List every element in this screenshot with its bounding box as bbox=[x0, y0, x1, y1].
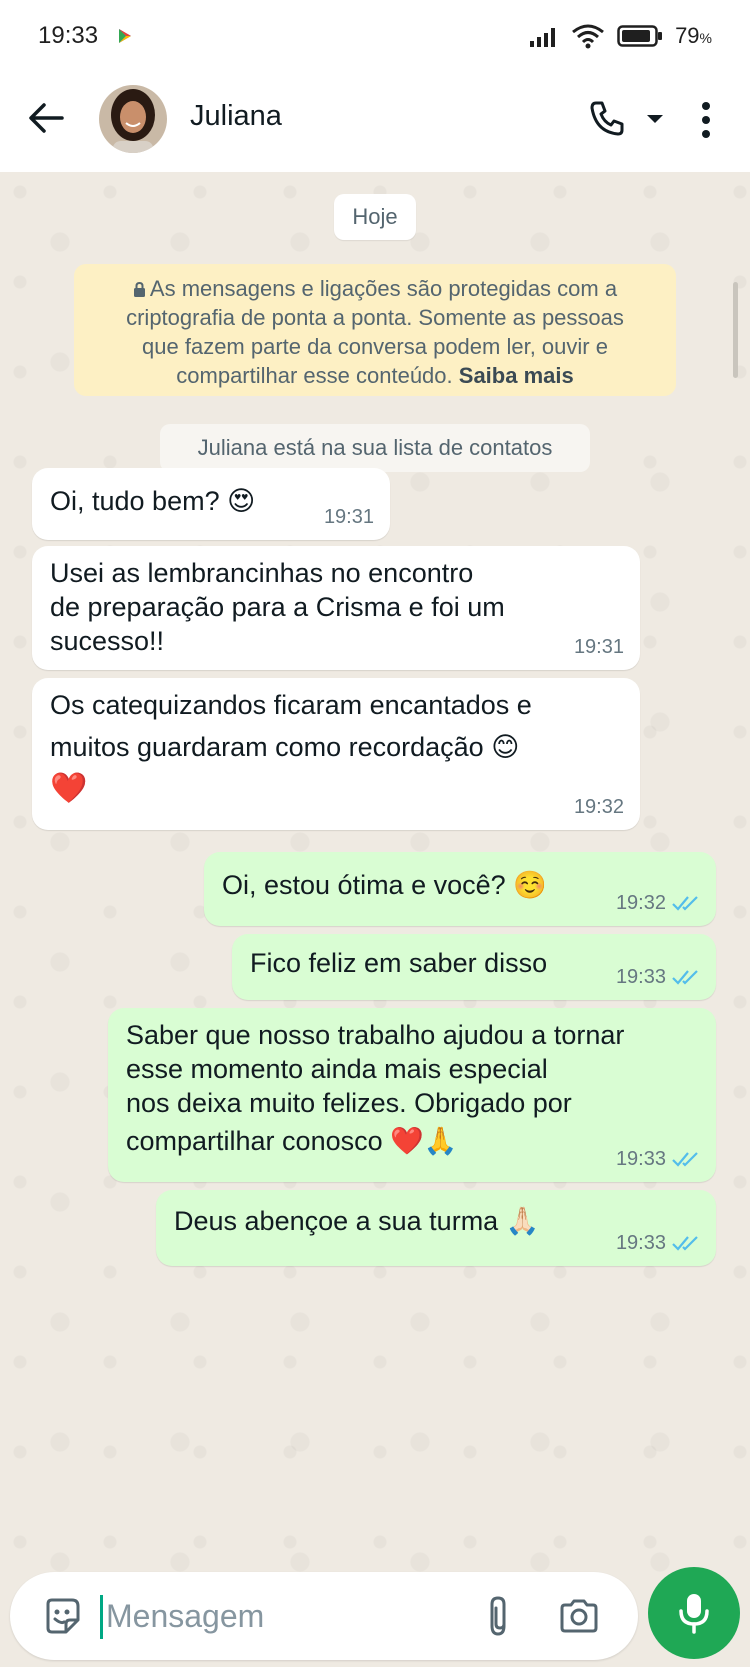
message-time: 19:33 bbox=[615, 1232, 666, 1254]
contact-notice: Juliana está na sua lista de contatos bbox=[160, 424, 590, 472]
message-bubble-outgoing[interactable]: Saber que nosso trabalho ajudou a tornar… bbox=[108, 1008, 716, 1182]
status-bar: 19:33 79% bbox=[0, 0, 750, 72]
contact-name[interactable]: Juliana bbox=[190, 100, 282, 133]
microphone-button[interactable] bbox=[648, 1567, 740, 1659]
message-text: Oi, tudo bem? 😍 bbox=[50, 486, 256, 516]
lock-icon bbox=[133, 282, 145, 297]
double-check-icon bbox=[672, 1152, 698, 1167]
message-bubble-incoming[interactable]: Os catequizandos ficaram encantados e mu… bbox=[32, 678, 640, 830]
phone-icon[interactable] bbox=[587, 98, 627, 138]
message-time: 19:31 bbox=[323, 506, 374, 528]
more-options-icon[interactable] bbox=[696, 100, 716, 140]
message-meta: 19:33 bbox=[616, 960, 700, 994]
date-chip: Hoje bbox=[334, 194, 416, 240]
message-text-line: compartilhar conosco ❤️🙏 bbox=[126, 1126, 458, 1156]
message-text-line: de preparação para a Crisma e foi um bbox=[50, 592, 505, 622]
message-text-line: Os catequizandos ficaram encantados e bbox=[50, 690, 532, 720]
back-arrow-icon[interactable] bbox=[26, 98, 66, 138]
message-composer[interactable] bbox=[10, 1572, 638, 1660]
double-check-icon bbox=[672, 970, 698, 985]
camera-icon[interactable] bbox=[558, 1598, 600, 1634]
chat-header: Juliana bbox=[0, 72, 750, 172]
battery-percentage: 79% bbox=[675, 23, 712, 48]
message-time: 19:31 bbox=[573, 636, 624, 658]
message-bubble-outgoing[interactable]: Deus abençoe a sua turma 🙏🏻 19:33 bbox=[156, 1190, 716, 1266]
message-bubble-incoming[interactable]: Oi, tudo bem? 😍 19:31 bbox=[32, 468, 390, 540]
chevron-down-icon[interactable] bbox=[645, 112, 665, 126]
message-bubble-incoming[interactable]: Usei as lembrancinhas no encontro de pre… bbox=[32, 546, 640, 670]
message-text-line: muitos guardaram como recordação 😊 bbox=[50, 732, 520, 762]
message-text-line: Usei as lembrancinhas no encontro bbox=[50, 558, 474, 588]
avatar[interactable] bbox=[99, 85, 167, 153]
encryption-line-4: compartilhar esse conteúdo. bbox=[176, 363, 453, 388]
message-text-line: sucesso!! bbox=[50, 626, 165, 656]
message-bubble-outgoing[interactable]: Oi, estou ótima e você? ☺️ 19:32 bbox=[204, 852, 716, 926]
message-text-line: nos deixa muito felizes. Obrigado por bbox=[126, 1088, 572, 1118]
message-time: 19:32 bbox=[573, 796, 624, 818]
message-meta: 19:33 bbox=[616, 1226, 700, 1260]
paperclip-icon[interactable] bbox=[484, 1594, 514, 1638]
wifi-icon bbox=[572, 24, 604, 49]
message-time: 19:33 bbox=[615, 1148, 666, 1170]
encryption-notice[interactable]: As mensagens e ligações são protegidas c… bbox=[74, 264, 676, 396]
heart-emoji: ❤️ bbox=[50, 771, 88, 806]
encryption-line-1: As mensagens e ligações são protegidas c… bbox=[149, 276, 618, 301]
learn-more-link[interactable]: Saiba mais bbox=[459, 363, 574, 388]
encryption-line-3: que fazem parte da conversa podem ler, o… bbox=[142, 334, 608, 359]
message-bubble-outgoing[interactable]: Fico feliz em saber disso 19:33 bbox=[232, 934, 716, 1000]
message-text-line: Saber que nosso trabalho ajudou a tornar bbox=[126, 1020, 625, 1050]
message-meta: 19:33 bbox=[616, 1142, 700, 1176]
play-store-icon bbox=[119, 29, 132, 43]
battery-icon bbox=[617, 25, 663, 47]
signal-icon bbox=[530, 28, 556, 47]
message-text-line: esse momento ainda mais especial bbox=[126, 1054, 548, 1084]
double-check-icon bbox=[672, 896, 698, 911]
double-check-icon bbox=[672, 1236, 698, 1251]
message-time: 19:33 bbox=[615, 966, 666, 988]
text-cursor bbox=[100, 1595, 103, 1639]
message-meta: 19:32 bbox=[616, 886, 700, 920]
sticker-icon[interactable] bbox=[42, 1596, 82, 1636]
encryption-line-2: criptografia de ponta a ponta. Somente a… bbox=[126, 305, 624, 330]
message-time: 19:32 bbox=[615, 892, 666, 914]
message-input[interactable] bbox=[106, 1592, 446, 1640]
chat-area[interactable]: Hoje As mensagens e ligações são protegi… bbox=[0, 172, 750, 1572]
scrollbar[interactable] bbox=[733, 282, 738, 378]
status-time: 19:33 bbox=[38, 22, 99, 49]
microphone-icon bbox=[679, 1594, 709, 1634]
